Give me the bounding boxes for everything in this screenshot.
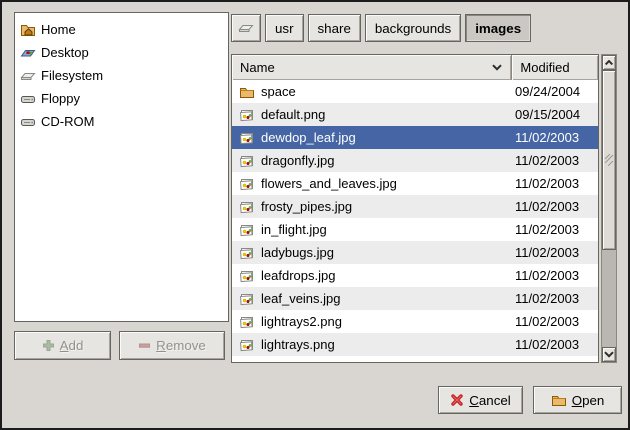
remove-button[interactable]: Remove <box>119 331 225 360</box>
path-button-share[interactable]: share <box>308 14 361 42</box>
image-file-icon <box>239 314 255 330</box>
file-chooser-dialog: Home Desktop Filesystem Floppy CD-ROM Ad… <box>0 0 630 430</box>
open-button[interactable]: Open <box>533 386 622 414</box>
path-button-filesystem[interactable] <box>231 14 261 42</box>
file-row[interactable]: space 09/24/2004 <box>232 80 598 103</box>
scroll-down-button[interactable] <box>602 347 616 362</box>
path-bar: usr share backgrounds images <box>231 14 531 42</box>
minus-icon <box>138 339 151 352</box>
path-button-backgrounds[interactable]: backgrounds <box>365 14 461 42</box>
file-row[interactable]: dragonfly.jpg 11/02/2003 <box>232 149 598 172</box>
sidebar-item-home[interactable]: Home <box>15 18 228 41</box>
image-file-icon <box>239 176 255 192</box>
file-row[interactable]: leafdrops.jpg 11/02/2003 <box>232 264 598 287</box>
cancel-button[interactable]: Cancel <box>438 386 523 414</box>
file-row[interactable]: lightrays.png 11/02/2003 <box>232 333 598 356</box>
scroll-up-button[interactable] <box>602 55 616 70</box>
file-row-selected[interactable]: dewdop_leaf.jpg 11/02/2003 <box>232 126 598 149</box>
image-file-icon <box>239 107 255 123</box>
image-file-icon <box>239 291 255 307</box>
file-row[interactable]: flowers_and_leaves.jpg 11/02/2003 <box>232 172 598 195</box>
column-header-name[interactable]: Name <box>232 55 512 80</box>
path-button-images-current[interactable]: images <box>465 14 531 42</box>
plus-icon <box>42 339 55 352</box>
sidebar-item-label: Desktop <box>41 45 89 60</box>
scrollbar-thumb[interactable] <box>602 70 616 250</box>
add-button[interactable]: Add <box>14 331 111 360</box>
file-row[interactable]: in_flight.jpg 11/02/2003 <box>232 218 598 241</box>
file-list: Name Modified space 09/24/2004 default.p… <box>231 54 599 363</box>
image-file-icon <box>239 199 255 215</box>
sidebar-item-floppy[interactable]: Floppy <box>15 87 228 110</box>
drive-icon <box>20 91 36 107</box>
folder-icon <box>239 84 255 100</box>
image-file-icon <box>239 153 255 169</box>
open-button-label: Open <box>572 393 605 408</box>
vertical-scrollbar[interactable] <box>601 54 617 363</box>
home-folder-icon <box>20 22 36 38</box>
sidebar-item-label: Home <box>41 22 76 37</box>
image-file-icon <box>239 222 255 238</box>
folder-icon <box>551 392 567 408</box>
image-file-icon <box>239 130 255 146</box>
close-x-icon <box>450 393 464 407</box>
sidebar-item-cdrom[interactable]: CD-ROM <box>15 110 228 133</box>
file-rows: space 09/24/2004 default.png 09/15/2004 … <box>232 80 598 362</box>
sidebar-item-label: Floppy <box>41 91 80 106</box>
image-file-icon <box>239 337 255 353</box>
remove-button-label: Remove <box>156 338 206 353</box>
disk-icon <box>20 68 36 84</box>
column-header-modified[interactable]: Modified <box>512 55 598 80</box>
places-sidebar: Home Desktop Filesystem Floppy CD-ROM <box>14 12 229 322</box>
sidebar-item-label: Filesystem <box>41 68 103 83</box>
list-header: Name Modified <box>232 55 598 80</box>
cancel-button-label: Cancel <box>469 393 511 408</box>
file-row[interactable]: frosty_pipes.jpg 11/02/2003 <box>232 195 598 218</box>
grip-icon <box>604 154 614 166</box>
image-file-icon <box>239 245 255 261</box>
sidebar-item-filesystem[interactable]: Filesystem <box>15 64 228 87</box>
add-button-label: Add <box>60 338 84 353</box>
chevron-down-icon <box>603 351 615 358</box>
disk-icon <box>238 20 254 36</box>
chevron-up-icon <box>604 60 614 66</box>
image-file-icon <box>239 268 255 284</box>
sort-indicator-chevron-down-icon <box>491 64 503 71</box>
file-row[interactable]: default.png 09/15/2004 <box>232 103 598 126</box>
desktop-icon <box>20 45 36 61</box>
file-row[interactable]: leaf_veins.jpg 11/02/2003 <box>232 287 598 310</box>
drive-icon <box>20 114 36 130</box>
file-row[interactable]: ladybugs.jpg 11/02/2003 <box>232 241 598 264</box>
path-button-usr[interactable]: usr <box>265 14 304 42</box>
sidebar-item-label: CD-ROM <box>41 114 94 129</box>
file-row[interactable]: lightrays2.png 11/02/2003 <box>232 310 598 333</box>
sidebar-item-desktop[interactable]: Desktop <box>15 41 228 64</box>
